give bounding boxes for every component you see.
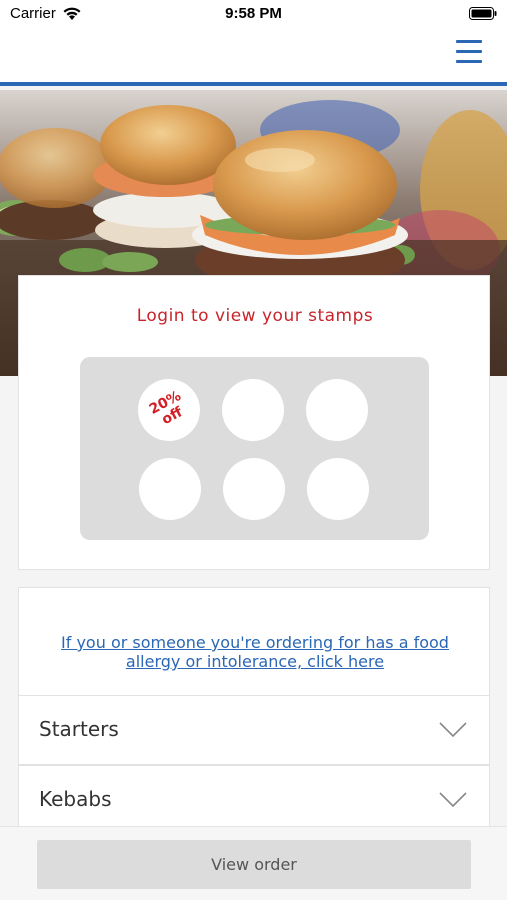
category-label: Starters <box>39 717 119 741</box>
stamp-slot <box>139 458 201 520</box>
chevron-down-icon <box>439 792 467 808</box>
hamburger-menu-icon[interactable] <box>456 40 482 64</box>
category-label: Kebabs <box>39 787 112 811</box>
chevron-down-icon <box>439 722 467 738</box>
stamp-slot <box>222 379 284 441</box>
reward-stamp: 20% off <box>127 368 211 452</box>
allergy-card: If you or someone you're ordering for ha… <box>18 587 490 695</box>
login-stamps-link[interactable]: Login to view your stamps <box>19 306 491 326</box>
category-kebabs[interactable]: Kebabs <box>18 765 490 835</box>
app-screen: Carrier 9:58 PM Login to view your stamp… <box>0 0 507 900</box>
stamp-grid: 20% off <box>80 357 429 540</box>
battery-icon <box>469 7 497 20</box>
stamp-card: Login to view your stamps 20% off <box>18 275 490 570</box>
stamp-slot <box>306 379 368 441</box>
bottom-bar: View order <box>0 826 507 900</box>
stamp-slot <box>223 458 285 520</box>
nav-bar <box>0 28 507 86</box>
category-starters[interactable]: Starters <box>18 695 490 765</box>
status-bar: Carrier 9:58 PM <box>0 0 507 28</box>
allergy-info-link[interactable]: If you or someone you're ordering for ha… <box>39 633 471 671</box>
stamp-slot <box>307 458 369 520</box>
view-order-button[interactable]: View order <box>37 840 471 889</box>
clock: 9:58 PM <box>225 5 282 22</box>
